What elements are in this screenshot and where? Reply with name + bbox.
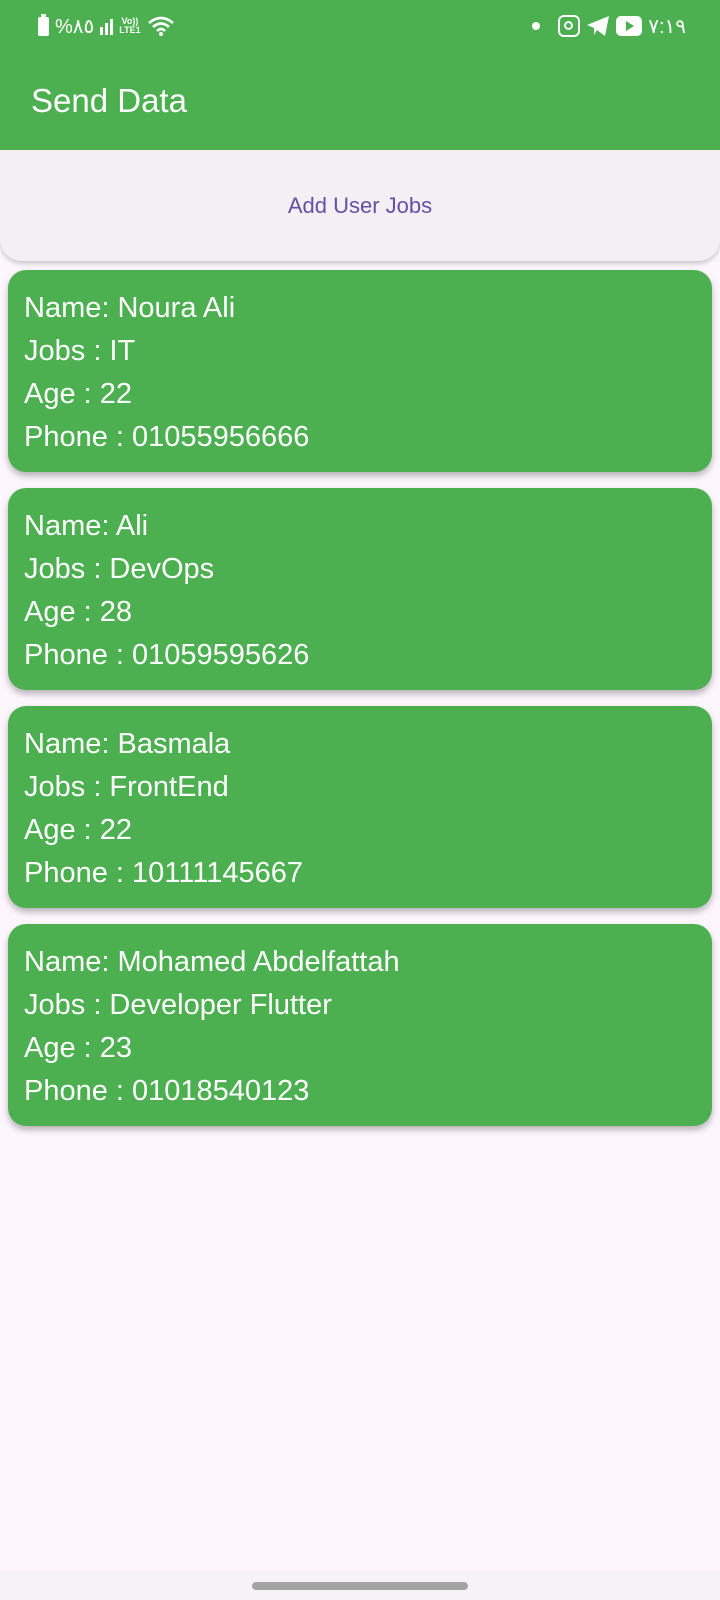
user-age: Age : 28 bbox=[24, 596, 133, 628]
user-age: Age : 22 bbox=[24, 814, 133, 846]
status-left: %٨٥ Vo)) LTE1 bbox=[38, 13, 175, 39]
battery-level: %٨٥ bbox=[55, 15, 95, 38]
user-job: Jobs : IT bbox=[24, 335, 136, 367]
user-phone: Phone : 10111145667 bbox=[24, 857, 303, 889]
user-age: Age : 23 bbox=[24, 1032, 133, 1064]
user-name: Name: Ali bbox=[24, 510, 149, 542]
youtube-icon bbox=[616, 16, 643, 36]
telegram-icon bbox=[587, 16, 610, 36]
page-title: Send Data bbox=[31, 82, 187, 119]
status-bar: %٨٥ Vo)) LTE1 ٧:١٩ bbox=[0, 0, 720, 52]
network-type: Vo)) LTE1 bbox=[119, 17, 140, 35]
user-phone: Phone : 01059595626 bbox=[24, 639, 310, 671]
battery-icon bbox=[38, 13, 49, 36]
user-phone: Phone : 01055956666 bbox=[24, 421, 310, 453]
add-user-jobs-button[interactable]: Add User Jobs bbox=[0, 150, 720, 261]
user-phone: Phone : 01018540123 bbox=[24, 1075, 310, 1107]
user-name: Name: Mohamed Abdelfattah bbox=[24, 946, 400, 978]
user-card[interactable]: Name: Basmala Jobs : FrontEnd Age : 22 P… bbox=[8, 706, 712, 908]
user-card[interactable]: Name: Noura Ali Jobs : IT Age : 22 Phone… bbox=[8, 270, 712, 472]
lte-label: LTE1 bbox=[119, 25, 141, 35]
status-right: ٧:١٩ bbox=[532, 14, 686, 39]
user-job: Jobs : DevOps bbox=[24, 553, 215, 585]
user-name: Name: Noura Ali bbox=[24, 292, 236, 324]
user-age: Age : 22 bbox=[24, 378, 133, 410]
user-card[interactable]: Name: Mohamed Abdelfattah Jobs : Develop… bbox=[8, 924, 712, 1126]
instagram-icon bbox=[558, 15, 581, 37]
app-bar: Send Data bbox=[0, 52, 720, 150]
user-name: Name: Basmala bbox=[24, 728, 231, 760]
user-card[interactable]: Name: Ali Jobs : DevOps Age : 28 Phone :… bbox=[8, 488, 712, 690]
dot-icon bbox=[532, 22, 541, 30]
wifi-icon bbox=[147, 16, 174, 36]
clock: ٧:١٩ bbox=[648, 15, 686, 38]
user-list: Name: Noura Ali Jobs : IT Age : 22 Phone… bbox=[8, 270, 712, 1142]
signal-icon bbox=[100, 17, 114, 35]
user-job: Jobs : FrontEnd bbox=[24, 771, 229, 803]
user-job: Jobs : Developer Flutter bbox=[24, 989, 332, 1021]
home-gesture-handle[interactable] bbox=[252, 1582, 468, 1590]
